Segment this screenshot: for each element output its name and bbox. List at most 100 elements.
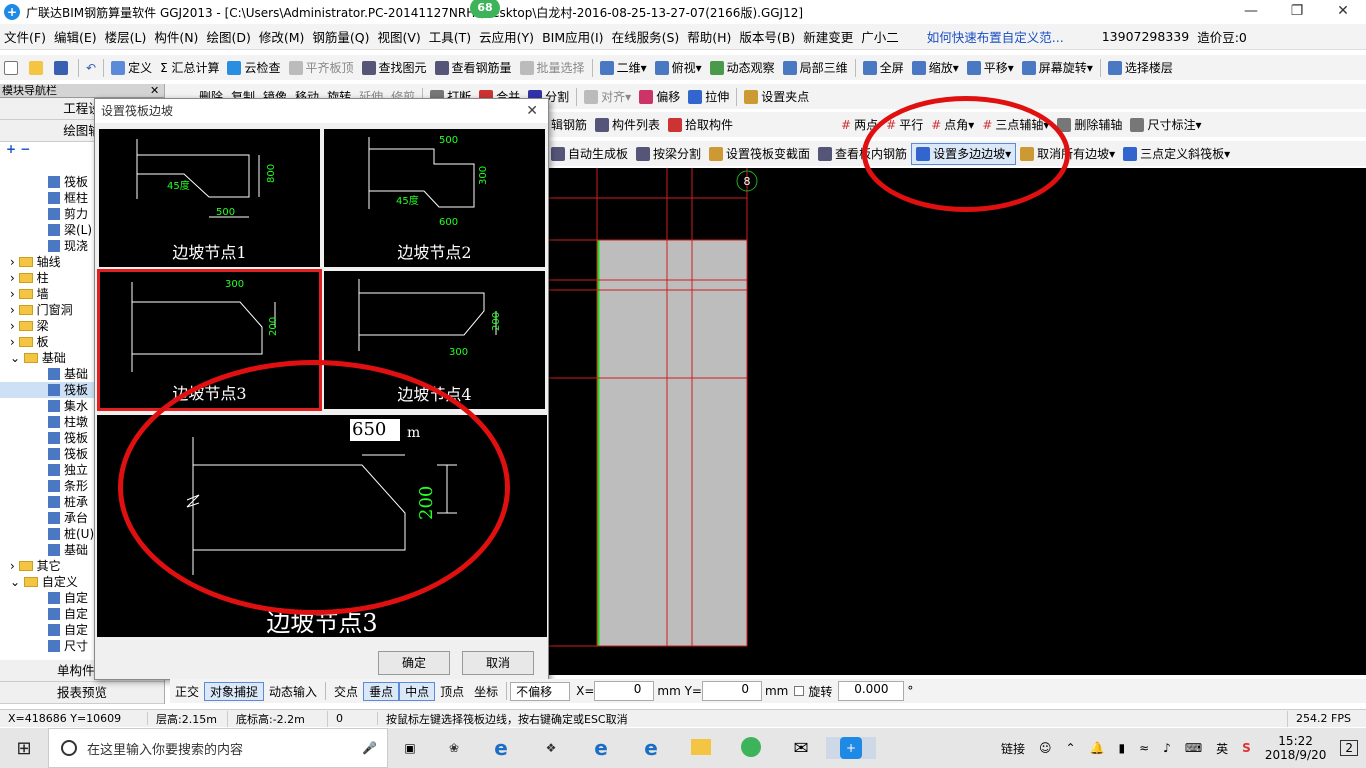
- define-button[interactable]: 定义: [107, 57, 156, 79]
- y-input[interactable]: 0: [701, 681, 762, 701]
- start-icon[interactable]: ⊞: [0, 738, 48, 759]
- drawing-canvas[interactable]: 8: [547, 168, 1366, 675]
- ie-icon[interactable]: e: [476, 736, 526, 760]
- local-3d-button[interactable]: 局部三维: [779, 57, 852, 79]
- menu-modify[interactable]: 修改(M): [255, 27, 309, 46]
- undo-icon[interactable]: ↶: [82, 57, 100, 79]
- menu-bim[interactable]: BIM应用(I): [538, 27, 608, 46]
- edge-icon[interactable]: e: [576, 736, 626, 760]
- ok-button[interactable]: 确定: [378, 651, 450, 675]
- restore-button[interactable]: ❐: [1274, 0, 1320, 24]
- minimize-button[interactable]: —: [1228, 0, 1274, 24]
- fullscreen-button[interactable]: 全屏: [859, 57, 908, 79]
- fan-app-icon[interactable]: ❀: [432, 741, 476, 755]
- sogou-icon[interactable]: S: [1242, 741, 1251, 755]
- close-button[interactable]: ✕: [1320, 0, 1366, 24]
- report-preview-button[interactable]: 报表预览: [0, 682, 164, 704]
- menu-cloud[interactable]: 云应用(Y): [475, 27, 538, 46]
- menu-file[interactable]: 文件(F): [0, 27, 50, 46]
- save-icon[interactable]: [50, 57, 75, 79]
- split-by-beam-button[interactable]: 按梁分割: [632, 143, 705, 165]
- vertex-snap[interactable]: 顶点: [435, 683, 469, 700]
- stretch-button[interactable]: 拉伸: [684, 86, 733, 108]
- slope-node-1-option[interactable]: 45度 500 800 边坡节点1: [97, 127, 322, 269]
- dynamic-input-toggle[interactable]: 动态输入: [264, 683, 322, 700]
- set-slab-section-change-button[interactable]: 设置筏板变截面: [705, 143, 814, 165]
- align-slab-top-button[interactable]: 平齐板顶: [285, 57, 358, 79]
- menu-floor[interactable]: 楼层(L): [101, 27, 151, 46]
- dialog-close-icon[interactable]: ✕: [526, 99, 538, 123]
- dynamic-view-button[interactable]: 动态观察: [706, 57, 779, 79]
- batch-select-button[interactable]: 批量选择: [516, 57, 589, 79]
- auto-generate-slab-button[interactable]: 自动生成板: [547, 143, 632, 165]
- rotate-input[interactable]: 0.000: [838, 681, 905, 701]
- notification-badge[interactable]: 68: [470, 0, 500, 18]
- offset-select[interactable]: 不偏移: [510, 681, 571, 701]
- edit-rebar-button[interactable]: 辑钢筋: [547, 114, 591, 136]
- component-list-button[interactable]: 构件列表: [591, 114, 664, 136]
- pan-button[interactable]: 平移 ▾: [963, 57, 1018, 79]
- pick-component-button[interactable]: 拾取构件: [664, 114, 737, 136]
- open-icon[interactable]: [25, 57, 50, 79]
- cancel-button[interactable]: 取消: [462, 651, 534, 675]
- ortho-toggle[interactable]: 正交: [170, 683, 204, 700]
- align-button[interactable]: 对齐 ▾: [580, 86, 635, 108]
- user-account[interactable]: 13907298339: [1098, 29, 1193, 44]
- rotate-screen-button[interactable]: 屏幕旋转 ▾: [1018, 57, 1097, 79]
- menu-guangxiaoer[interactable]: 广小二: [857, 27, 903, 46]
- perpendicular-snap[interactable]: 垂点: [363, 681, 400, 701]
- intersection-snap[interactable]: 交点: [329, 683, 363, 700]
- 2d-view-button[interactable]: 二维 ▾: [596, 57, 651, 79]
- cloud-check-button[interactable]: 云检查: [223, 57, 284, 79]
- menu-draw[interactable]: 绘图(D): [202, 27, 254, 46]
- zoom-button[interactable]: 缩放 ▾: [908, 57, 963, 79]
- select-floor-button[interactable]: 选择楼层: [1104, 57, 1177, 79]
- taskbar-search[interactable]: 在这里输入你要搜索的内容 🎤: [48, 728, 388, 768]
- menu-rebar-qty[interactable]: 钢筋量(Q): [308, 27, 373, 46]
- links-label[interactable]: 链接: [1001, 740, 1025, 757]
- browser-green-icon[interactable]: [726, 736, 776, 760]
- volume-icon[interactable]: ♪: [1163, 741, 1171, 755]
- notification-bell-icon[interactable]: 🔔: [1090, 741, 1105, 755]
- clock[interactable]: 15:22 2018/9/20: [1265, 734, 1327, 762]
- dimension-button[interactable]: 尺寸标注 ▾: [1126, 114, 1205, 136]
- people-icon[interactable]: ☺: [1039, 741, 1052, 755]
- menu-online[interactable]: 在线服务(S): [608, 27, 684, 46]
- menu-help[interactable]: 帮助(H): [683, 27, 735, 46]
- menu-view[interactable]: 视图(V): [373, 27, 424, 46]
- object-snap-toggle[interactable]: 对象捕捉: [204, 681, 265, 701]
- explorer-icon[interactable]: [676, 738, 726, 758]
- spiral-app-icon[interactable]: ❖: [526, 741, 576, 755]
- midpoint-snap[interactable]: 中点: [399, 681, 436, 701]
- summary-calc-button[interactable]: Σ 汇总计算: [156, 57, 223, 79]
- menu-edit[interactable]: 编辑(E): [50, 27, 101, 46]
- three-point-slope-slab-button[interactable]: 三点定义斜筏板 ▾: [1119, 143, 1234, 165]
- coordinate-snap[interactable]: 坐标: [469, 683, 503, 700]
- menu-version[interactable]: 版本号(B): [735, 27, 799, 46]
- new-icon[interactable]: [0, 57, 25, 79]
- top-view-button[interactable]: 俯视 ▾: [651, 57, 706, 79]
- help-link[interactable]: 如何快速布置自定义范...: [923, 27, 1068, 46]
- task-view-icon[interactable]: ▣: [388, 741, 432, 755]
- ie2-icon[interactable]: e: [626, 736, 676, 760]
- action-center-icon[interactable]: 2: [1340, 740, 1358, 756]
- menu-new-change[interactable]: 新建变更: [799, 27, 857, 46]
- chevron-up-icon[interactable]: ⌃: [1065, 741, 1075, 755]
- set-grip-button[interactable]: 设置夹点: [740, 86, 813, 108]
- menu-component[interactable]: 构件(N): [150, 27, 202, 46]
- input-language[interactable]: 英: [1216, 740, 1228, 757]
- rotate-checkbox[interactable]: [794, 686, 805, 696]
- delete-aux-axis-button[interactable]: 删除辅轴: [1053, 114, 1126, 136]
- wifi-icon[interactable]: ≈: [1139, 741, 1149, 755]
- menu-tools[interactable]: 工具(T): [425, 27, 475, 46]
- ggj-app-icon[interactable]: +: [826, 737, 876, 759]
- x-input[interactable]: 0: [594, 681, 655, 701]
- mail-icon[interactable]: ✉: [776, 738, 826, 759]
- slope-node-2-option[interactable]: 500 300 45度 600 边坡节点2: [322, 127, 547, 269]
- offset-button[interactable]: 偏移: [635, 86, 684, 108]
- search-placeholder: 在这里输入你要搜索的内容: [87, 742, 244, 758]
- microphone-icon[interactable]: 🎤: [362, 741, 377, 755]
- keyboard-icon[interactable]: ⌨: [1185, 741, 1202, 755]
- view-rebar-button[interactable]: 查看钢筋量: [431, 57, 516, 79]
- find-element-button[interactable]: 查找图元: [358, 57, 431, 79]
